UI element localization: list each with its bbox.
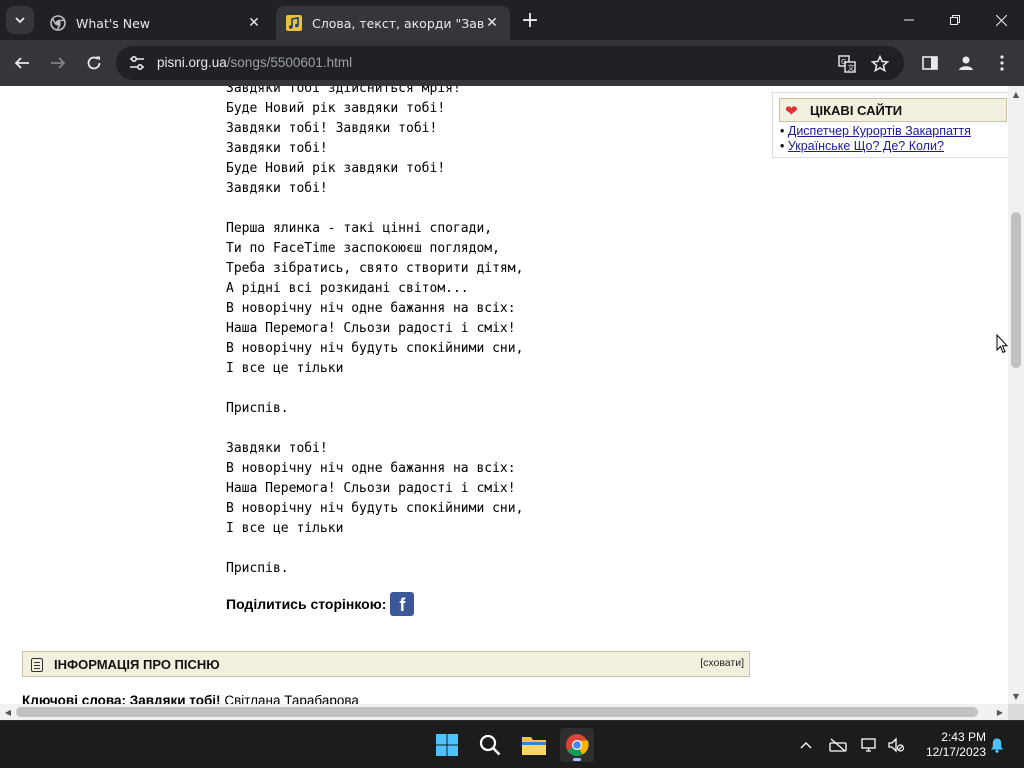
interesting-sites-title: ЦІКАВІ САЙТИ: [810, 103, 903, 118]
scroll-up-arrow-icon[interactable]: ▲: [1008, 86, 1024, 102]
lyric-line: В новорічну ніч будуть спокійними сни,: [226, 501, 524, 516]
tab-title: Слова, текст, акорди "Завдяки: [312, 15, 484, 31]
site-link[interactable]: Диспетчер Курортів Закарпаття: [788, 124, 971, 138]
music-note-icon: [286, 15, 302, 31]
system-clock[interactable]: 2:43 PM 12/17/2023: [912, 730, 986, 760]
scrollbar-corner: [1008, 704, 1024, 720]
lyric-line: Приспів.: [226, 561, 289, 576]
horizontal-scrollbar[interactable]: ◀ ▶: [0, 704, 1008, 720]
song-info-title: ІНФОРМАЦІЯ ПРО ПІСНЮ: [54, 657, 220, 672]
close-tab-icon[interactable]: ✕: [484, 15, 500, 31]
chrome-icon: [50, 15, 66, 31]
page-viewport: Завдяки тобі здійсниться мрія! Буде Новий…: [0, 86, 1008, 704]
restore-icon[interactable]: [932, 0, 978, 40]
bookmark-star-icon[interactable]: [870, 54, 890, 74]
clock-time: 2:43 PM: [941, 730, 986, 744]
hide-info-link[interactable]: [сховати]: [700, 657, 744, 669]
show-hidden-icons-chevron-up-icon[interactable]: [796, 735, 816, 755]
lyric-line: Буде Новий рік завдяки тобі!: [226, 101, 446, 116]
site-settings-icon[interactable]: [128, 54, 146, 72]
close-tab-icon[interactable]: ✕: [246, 15, 262, 31]
lyric-line: Завдяки тобі!: [226, 141, 328, 156]
heart-icon: ❤: [785, 102, 798, 120]
notification-bell-icon[interactable]: [987, 735, 1007, 755]
keywords-song-link[interactable]: Завдяки тобі!: [130, 693, 221, 704]
keywords-label: Ключові слова:: [22, 693, 126, 704]
share-label: Поділитись сторінкою:: [226, 596, 387, 612]
lyric-line: В новорічну ніч одне бажання на всіх:: [226, 301, 516, 316]
url-path: /songs/5500601.html: [226, 55, 353, 70]
interesting-sites-list: • Диспетчер Курортів Закарпаття • Україн…: [780, 124, 971, 154]
lyric-line: І все це тільки: [226, 361, 344, 376]
lyric-line: В новорічну ніч одне бажання на всіх:: [226, 461, 516, 476]
mouse-cursor-icon: [996, 334, 1008, 354]
lyric-line: Перша ялинка - такі цінні спогади,: [226, 221, 493, 236]
lyric-line: Завдяки тобі здійсниться мрія!: [226, 86, 461, 96]
windows-taskbar: 2:43 PM 12/17/2023: [0, 720, 1024, 768]
eject-drive-icon[interactable]: [828, 735, 848, 755]
keywords-line: Ключові слова: Завдяки тобі! Світлана Та…: [22, 693, 359, 704]
lyric-line: А рідні всі розкидані світом...: [226, 281, 469, 296]
url-text: pisni.org.ua/songs/5500601.html: [157, 55, 352, 70]
back-arrow-icon[interactable]: [8, 49, 36, 77]
address-bar[interactable]: pisni.org.ua/songs/5500601.html G文: [116, 46, 904, 80]
vertical-scrollbar[interactable]: ▲ ▼: [1008, 86, 1024, 704]
tab-title: What's New: [76, 15, 151, 31]
new-tab-plus-icon[interactable]: +: [518, 8, 542, 33]
song-info-header: ІНФОРМАЦІЯ ПРО ПІСНЮ [сховати]: [22, 651, 750, 677]
tab-search-button[interactable]: [6, 6, 34, 34]
scrollbar-thumb[interactable]: [16, 707, 978, 717]
lyric-line: Треба зібратись, свято створити дітям,: [226, 261, 524, 276]
scrollbar-thumb[interactable]: [1011, 212, 1021, 368]
document-icon: [31, 658, 43, 672]
svg-text:G: G: [841, 58, 846, 66]
windows-start-icon[interactable]: [430, 728, 464, 762]
forward-arrow-icon[interactable]: [44, 49, 72, 77]
lyric-line: Наша Перемога! Сльози радості і сміх!: [226, 481, 516, 496]
scroll-right-arrow-icon[interactable]: ▶: [992, 704, 1008, 720]
volume-muted-icon[interactable]: [886, 735, 906, 755]
list-item: • Диспетчер Курортів Закарпаття: [780, 124, 971, 138]
svg-text:文: 文: [848, 63, 855, 72]
close-window-icon[interactable]: [978, 0, 1024, 40]
site-link[interactable]: Українське Що? Де? Коли?: [788, 139, 944, 153]
url-host: pisni.org.ua: [157, 55, 227, 70]
profile-icon[interactable]: [952, 49, 980, 77]
lyric-line: Завдяки тобі!: [226, 441, 328, 456]
scroll-down-arrow-icon[interactable]: ▼: [1008, 688, 1024, 704]
lyric-line: Наша Перемога! Сльози радості і сміх!: [226, 321, 516, 336]
minimize-icon[interactable]: [886, 0, 932, 40]
tab-song[interactable]: Слова, текст, акорди "Завдяки ✕: [276, 6, 510, 40]
interesting-sites-header: ❤ ЦІКАВІ САЙТИ: [779, 98, 1007, 122]
share-section: Поділитись сторінкою: f: [226, 592, 415, 616]
file-explorer-icon[interactable]: [517, 728, 551, 762]
facebook-icon[interactable]: f: [390, 592, 415, 616]
lyric-line: Ти по FaceTime заспокоюєш поглядом,: [226, 241, 500, 256]
tab-whats-new[interactable]: What's New ✕: [40, 6, 272, 40]
lyric-line: Завдяки тобі!: [226, 181, 328, 196]
side-panel-icon[interactable]: [916, 49, 944, 77]
browser-toolbar: pisni.org.ua/songs/5500601.html G文: [0, 40, 1024, 86]
list-item: • Українське Що? Де? Коли?: [780, 139, 944, 153]
translate-icon[interactable]: G文: [837, 54, 857, 74]
reload-icon[interactable]: [80, 49, 108, 77]
chrome-taskbar-icon[interactable]: [560, 728, 594, 762]
scroll-left-arrow-icon[interactable]: ◀: [0, 704, 16, 720]
clock-date: 12/17/2023: [925, 745, 986, 759]
interesting-sites-box: ❤ ЦІКАВІ САЙТИ • Диспетчер Курортів Зака…: [772, 92, 1008, 158]
tab-strip: What's New ✕ Слова, текст, акорди "Завдя…: [0, 0, 1024, 40]
menu-dots-icon[interactable]: [988, 49, 1016, 77]
chevron-down-icon: [15, 17, 25, 24]
lyric-line: Буде Новий рік завдяки тобі!: [226, 161, 446, 176]
lyric-line: Приспів.: [226, 401, 289, 416]
lyric-line: Завдяки тобі! Завдяки тобі!: [226, 121, 438, 136]
network-icon[interactable]: [860, 735, 880, 755]
taskbar-search-icon[interactable]: [473, 728, 507, 762]
keywords-artist[interactable]: Світлана Тарабарова: [224, 693, 359, 704]
lyric-line: В новорічну ніч будуть спокійними сни,: [226, 341, 524, 356]
lyric-line: І все це тільки: [226, 521, 344, 536]
